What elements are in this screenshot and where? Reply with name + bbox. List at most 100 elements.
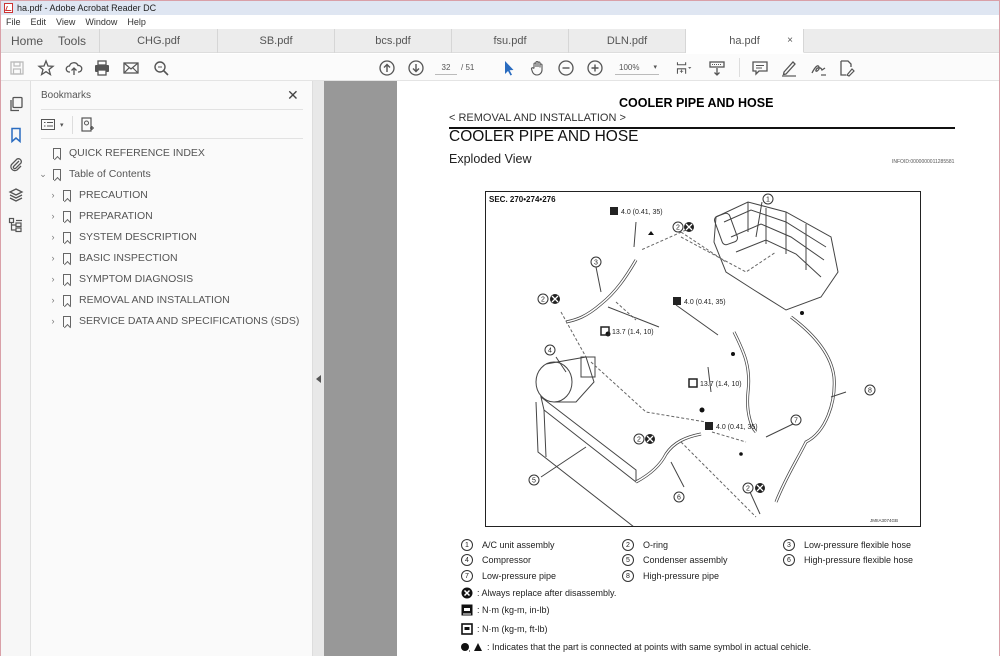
chevron-right-icon[interactable]: › — [47, 253, 59, 263]
bookmark-icon — [53, 168, 61, 180]
callout-2: 2 — [633, 433, 655, 445]
torque-label: 4.0 (0.41, 35) — [716, 424, 758, 431]
hand-tool-icon[interactable] — [528, 58, 548, 78]
close-panel-icon[interactable]: ✕ — [287, 87, 299, 104]
search-icon[interactable] — [151, 58, 171, 78]
tab-bcs-pdf[interactable]: bcs.pdf — [335, 29, 452, 53]
chevron-right-icon[interactable]: › — [47, 211, 59, 221]
chevron-right-icon[interactable]: › — [47, 190, 59, 200]
callout-2: 2 — [537, 293, 560, 305]
tab-dln-pdf[interactable]: DLN.pdf — [569, 29, 686, 53]
comment-icon[interactable] — [750, 58, 770, 78]
bookmark-basic-inspection[interactable]: › BASIC INSPECTION — [47, 248, 178, 268]
select-cursor-icon[interactable] — [499, 58, 519, 78]
bookmark-label: BASIC INSPECTION — [79, 252, 178, 264]
symbol-note: : N·m (kg-m, in-lb) — [461, 604, 550, 616]
window-title: ha.pdf - Adobe Acrobat Reader DC — [17, 3, 157, 13]
fill-sign-icon[interactable] — [836, 58, 856, 78]
tab-tools[interactable]: Tools — [56, 29, 100, 53]
subsection-title: Exploded View — [449, 152, 532, 166]
legend-item: 6 High-pressure flexible hose — [783, 554, 913, 566]
replace-icon — [461, 587, 473, 599]
bookmark-options-icon[interactable]: ▾ — [41, 119, 64, 131]
close-tab-icon[interactable]: × — [787, 35, 793, 46]
collapse-panel-arrow-icon[interactable] — [316, 375, 321, 383]
torque-ftlb-icon — [461, 623, 473, 635]
layers-icon[interactable] — [6, 185, 26, 205]
legend-item: 5 Condenser assembly — [622, 554, 728, 566]
tab-label: CHG.pdf — [137, 35, 180, 47]
chevron-down-icon[interactable]: ⌄ — [37, 169, 49, 180]
diagram-drawing: SEC. 270•274•276 JMIIA3074GB 4.0 (0.41, … — [489, 193, 898, 526]
scroll-mode-icon[interactable] — [707, 58, 727, 78]
star-icon[interactable] — [36, 58, 56, 78]
callout-3: 3 — [590, 256, 602, 268]
page-thumbnails-icon[interactable] — [6, 94, 26, 114]
bookmark-removal-and-installation[interactable]: › REMOVAL AND INSTALLATION — [47, 290, 230, 310]
menu-window[interactable]: Window — [80, 17, 122, 27]
bookmark-icon — [63, 231, 71, 243]
upload-cloud-icon[interactable] — [64, 58, 84, 78]
section-reference: SEC. 270•274•276 — [489, 195, 556, 204]
torque-label: 13.7 (1.4, 10) — [612, 329, 654, 336]
menu-file[interactable]: File — [1, 17, 26, 27]
divider — [71, 116, 73, 134]
email-icon[interactable] — [121, 58, 141, 78]
svg-text:3: 3 — [594, 260, 598, 267]
legend-item: 3 Low-pressure flexible hose — [783, 539, 911, 551]
tab-ha-pdf[interactable]: ha.pdf × — [686, 29, 804, 53]
bookmarks-title: Bookmarks — [41, 90, 92, 101]
tab-chg-pdf[interactable]: CHG.pdf — [100, 29, 218, 53]
acrobat-icon — [4, 3, 13, 13]
callout-4: 4 — [544, 344, 556, 356]
bookmark-icon — [53, 147, 61, 159]
bookmark-table-of-contents[interactable]: ⌄ Table of Contents — [37, 164, 151, 184]
torque-label: 4.0 (0.41, 35) — [621, 209, 663, 216]
svg-text:6: 6 — [677, 495, 681, 502]
page-fit-icon[interactable] — [672, 58, 696, 78]
menu-view[interactable]: View — [51, 17, 80, 27]
bookmark-quick-reference-index[interactable]: QUICK REFERENCE INDEX — [37, 143, 205, 163]
zoom-out-icon[interactable] — [556, 58, 576, 78]
zoom-in-icon[interactable] — [585, 58, 605, 78]
panel-splitter[interactable] — [312, 81, 324, 656]
divider — [41, 109, 303, 110]
legend-item: 2 O-ring — [622, 539, 668, 551]
tab-sb-pdf[interactable]: SB.pdf — [218, 29, 335, 53]
divider — [41, 138, 303, 139]
bookmark-system-description[interactable]: › SYSTEM DESCRIPTION — [47, 227, 197, 247]
compressor-drawing — [535, 356, 596, 403]
attachments-icon[interactable] — [6, 154, 26, 174]
bookmark-label: REMOVAL AND INSTALLATION — [79, 294, 230, 306]
menu-help[interactable]: Help — [122, 17, 151, 27]
zoom-level-dropdown[interactable]: 100% ▾ — [615, 60, 659, 75]
bookmark-preparation[interactable]: › PREPARATION — [47, 206, 153, 226]
chevron-right-icon[interactable]: › — [47, 316, 59, 326]
menu-edit[interactable]: Edit — [26, 17, 52, 27]
bookmark-service-data-and-specifications[interactable]: › SERVICE DATA AND SPECIFICATIONS (SDS) — [47, 311, 300, 331]
bookmarks-panel-icon[interactable] — [6, 125, 26, 145]
structure-tree-icon[interactable] — [6, 215, 26, 235]
svg-text:7: 7 — [794, 418, 798, 425]
sign-icon[interactable] — [808, 58, 828, 78]
tab-home[interactable]: Home — [1, 29, 56, 53]
legend-item: 8 High-pressure pipe — [622, 570, 719, 582]
bookmark-label: PRECAUTION — [79, 189, 148, 201]
chevron-right-icon[interactable]: › — [47, 232, 59, 242]
bookmark-icon — [63, 189, 71, 201]
symbol-note: : Always replace after disassembly. — [461, 587, 616, 599]
save-icon[interactable] — [7, 58, 27, 78]
next-page-icon[interactable] — [406, 58, 426, 78]
svg-text:5: 5 — [532, 478, 536, 485]
bookmark-symptom-diagnosis[interactable]: › SYMPTOM DIAGNOSIS — [47, 269, 194, 289]
print-icon[interactable] — [92, 58, 112, 78]
page-number-input[interactable]: 32 — [435, 60, 457, 75]
bookmark-precaution[interactable]: › PRECAUTION — [47, 185, 148, 205]
new-bookmark-icon[interactable] — [80, 117, 95, 133]
chevron-right-icon[interactable]: › — [47, 295, 59, 305]
legend-item: 4 Compressor — [461, 554, 531, 566]
chevron-right-icon[interactable]: › — [47, 274, 59, 284]
tab-fsu-pdf[interactable]: fsu.pdf — [452, 29, 569, 53]
highlight-pen-icon[interactable] — [779, 58, 799, 78]
previous-page-icon[interactable] — [377, 58, 397, 78]
